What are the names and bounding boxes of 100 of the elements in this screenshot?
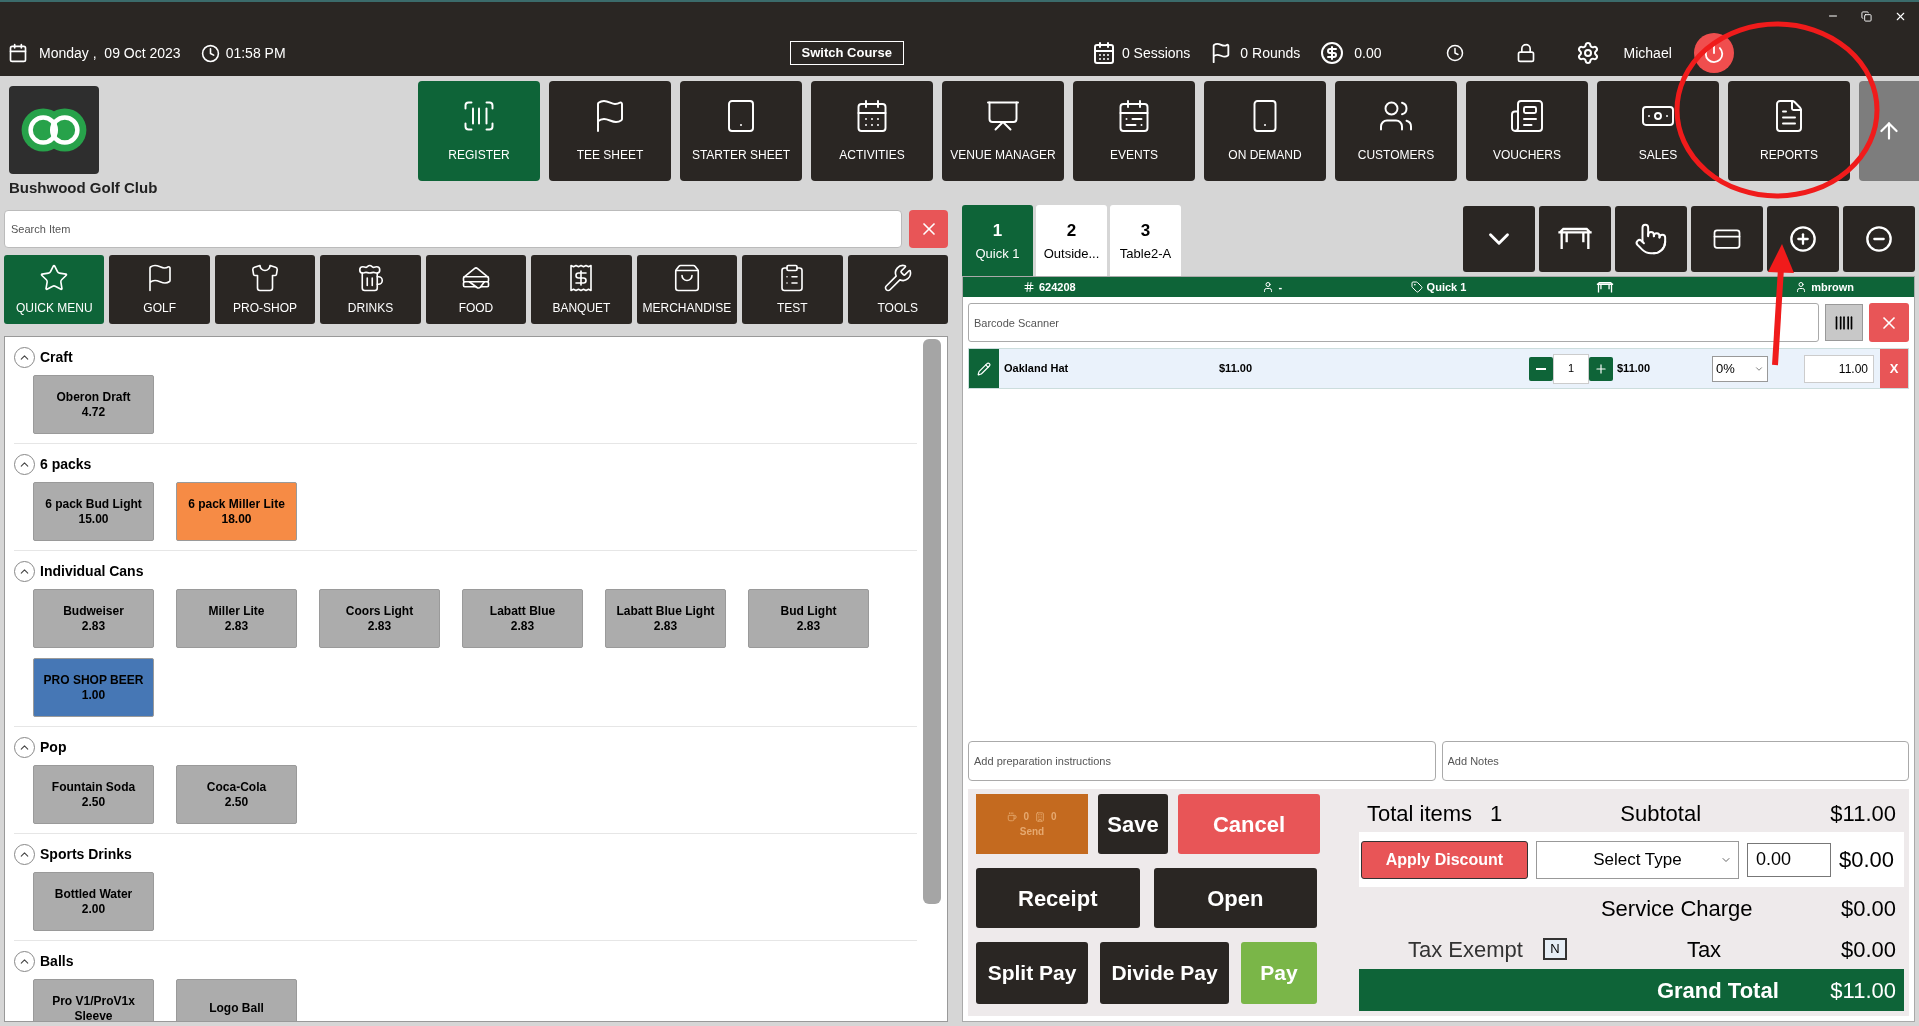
menu-item-button[interactable]: Logo Ball (176, 979, 297, 1021)
nav-button[interactable]: REGISTER (418, 81, 540, 181)
table-button[interactable] (1539, 206, 1611, 272)
line-total: $11.00 (1617, 361, 1652, 377)
action-button[interactable]: Split Pay (976, 942, 1088, 1004)
search-field[interactable]: Search Item (4, 210, 902, 248)
user-icon (1795, 281, 1808, 293)
nav-button[interactable]: TEE SHEET (549, 81, 671, 181)
minus-icon (1536, 367, 1546, 370)
tax-exempt-toggle[interactable]: N (1542, 938, 1567, 960)
edit-button[interactable] (969, 349, 999, 388)
total-items-count: 1 (1490, 799, 1503, 828)
decrease-button[interactable] (1529, 356, 1553, 381)
user-icon (1262, 281, 1275, 293)
menu-item-button[interactable]: Coca-Cola 2.50 (176, 765, 297, 824)
plus-circle-icon (1789, 225, 1817, 253)
increase-button[interactable] (1589, 356, 1613, 381)
amount-field[interactable]: 11.00 (1804, 354, 1874, 383)
time-text: 01:58 PM (225, 43, 286, 63)
card-payment-button[interactable] (1691, 206, 1763, 272)
menu-item-button[interactable]: Labatt Blue 2.83 (462, 589, 583, 648)
tag-icon (1410, 281, 1423, 293)
section-title: Craft (40, 347, 73, 367)
server-name: mbrown (1811, 279, 1854, 295)
action-button[interactable]: Receipt (976, 868, 1140, 928)
category-tab[interactable]: DRINKS (320, 255, 421, 324)
nav-button[interactable]: VOUCHERS (1466, 81, 1588, 181)
notes-field[interactable]: Add Notes (1441, 741, 1909, 781)
hand-pointer-icon (1634, 222, 1668, 256)
discount-amount: $0.00 (1838, 846, 1895, 874)
preparation-field[interactable]: Add preparation instructions (968, 741, 1436, 781)
action-button[interactable]: Divide Pay (1100, 942, 1229, 1004)
add-button[interactable] (1767, 206, 1839, 272)
nav-button[interactable]: REPORTS (1728, 81, 1850, 181)
apply-discount-button[interactable]: Apply Discount (1360, 840, 1528, 879)
restore-icon[interactable] (1861, 10, 1872, 22)
grand-total-label: Grand Total (1656, 976, 1779, 1005)
minus-circle-icon (1865, 225, 1893, 253)
lock-icon[interactable] (1515, 43, 1536, 63)
kitchen-count: 0 (1051, 810, 1057, 824)
tap-button[interactable] (1615, 206, 1687, 272)
menu-item-button[interactable]: Budweiser 2.83 (33, 589, 154, 648)
send-label: Send (1019, 825, 1045, 839)
nav-button[interactable]: CUSTOMERS (1335, 81, 1457, 181)
order-tab[interactable]: 1 Quick 1 (962, 205, 1033, 276)
settings-icon[interactable] (1575, 41, 1600, 65)
discount-value-field[interactable]: 0.00 (1746, 842, 1831, 877)
menu-item-button[interactable]: 6 pack Miller Lite 18.00 (176, 482, 297, 541)
barcode-button[interactable] (1825, 304, 1863, 341)
category-tab[interactable]: BANQUET (531, 255, 632, 324)
hash-icon (1023, 281, 1035, 293)
clock-icon[interactable] (1445, 44, 1464, 62)
menu-item-button[interactable]: Oberon Draft 4.72 (33, 375, 154, 434)
menu-item-button[interactable]: Bud Light 2.83 (748, 589, 869, 648)
dollar-icon (1320, 41, 1345, 65)
nav-button[interactable]: SALES (1597, 81, 1719, 181)
nav-button[interactable]: EVENTS (1073, 81, 1195, 181)
nav-button[interactable]: STARTER SHEET (680, 81, 802, 181)
tax-exempt-label: Tax Exempt (1407, 935, 1523, 964)
discount-type-select[interactable]: Select Type (1535, 840, 1739, 879)
nav-button[interactable]: ON DEMAND (1204, 81, 1326, 181)
wrench-icon (882, 262, 913, 293)
cup-icon (1007, 811, 1018, 822)
menu-item-button[interactable]: Bottled Water 2.00 (33, 872, 154, 931)
barcode-field[interactable]: Barcode Scanner (968, 303, 1819, 342)
menu-item-button[interactable]: PRO SHOP BEER 1.00 (33, 658, 154, 717)
category-tab[interactable]: MERCHANDISE (636, 255, 738, 324)
menu-item-button[interactable]: Miller Lite 2.83 (176, 589, 297, 648)
category-tab[interactable]: TEST (742, 255, 843, 324)
menu-item-button[interactable]: Labatt Blue Light 2.83 (605, 589, 726, 648)
service-charge-label: Service Charge (1600, 894, 1753, 923)
rounds-text: 0 Rounds (1240, 43, 1301, 63)
order-tab[interactable]: 3 Table2-A (1110, 205, 1181, 276)
drinks-count: 0 (1023, 810, 1029, 824)
quantity-field[interactable]: 1 (1553, 353, 1589, 384)
tax-label: Tax (1686, 935, 1722, 964)
section-title: Sports Drinks (40, 844, 132, 864)
nav-button[interactable]: ACTIVITIES (811, 81, 933, 181)
nav-button[interactable]: VENUE MANAGER (942, 81, 1064, 181)
category-tab[interactable]: FOOD (425, 255, 527, 324)
delete-line-button[interactable]: X (1880, 349, 1908, 388)
discount-select[interactable]: 0% (1712, 355, 1768, 382)
menu-item-button[interactable]: 6 pack Bud Light 15.00 (33, 482, 154, 541)
balance-text: 0.00 (1354, 43, 1382, 63)
category-tab[interactable]: QUICK MENU (4, 255, 105, 324)
menu-item-button[interactable]: Coors Light 2.83 (319, 589, 440, 648)
order-tab[interactable]: 2 Outside... (1036, 205, 1107, 276)
scrollbar[interactable] (923, 339, 941, 904)
switch-course-button[interactable]: Switch Course (789, 41, 904, 65)
category-tab[interactable]: PRO-SHOP (214, 255, 316, 324)
category-tab[interactable]: GOLF (109, 255, 210, 324)
category-tab[interactable]: TOOLS (847, 255, 948, 324)
action-button[interactable]: Save (1098, 794, 1168, 854)
remove-button[interactable] (1843, 206, 1915, 272)
shirt-icon (250, 262, 281, 293)
action-button[interactable]: Cancel (1178, 794, 1320, 854)
action-button[interactable]: Open (1153, 868, 1317, 928)
menu-item-button[interactable]: Pro V1/ProV1x Sleeve (33, 979, 154, 1021)
tab-name: Quick 1 (1426, 279, 1467, 295)
menu-item-button[interactable]: Fountain Soda 2.50 (33, 765, 154, 824)
